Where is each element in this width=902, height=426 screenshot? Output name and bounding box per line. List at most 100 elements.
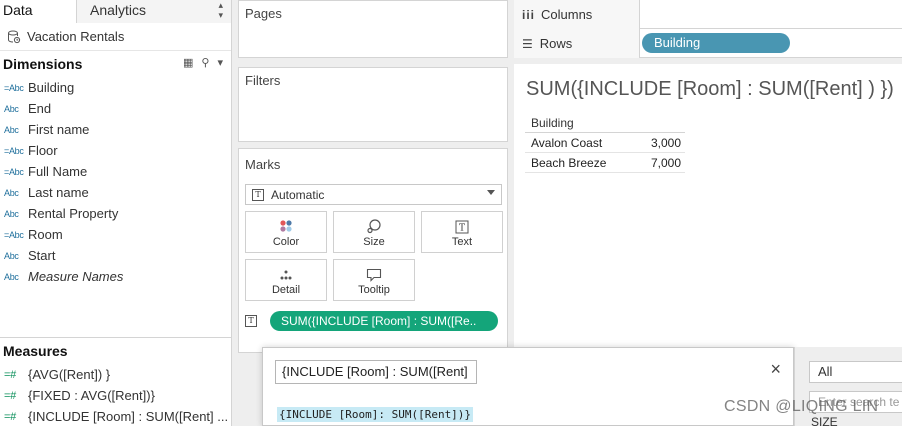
svg-text:T: T — [459, 224, 465, 234]
search-icon[interactable]: ⚲ — [201, 56, 209, 69]
field-name: End — [28, 101, 52, 116]
text-mark-icon: T — [252, 188, 264, 201]
mark-field-row: T SUM({INCLUDE [Room] : SUM([Re.. — [245, 311, 498, 331]
sheet-title[interactable]: SUM({INCLUDE [Room] : SUM([Rent] ) }) — [526, 78, 894, 101]
dimension-field[interactable]: =Abc Room — [0, 224, 231, 245]
dimension-field[interactable]: Abc Measure Names — [0, 266, 231, 287]
row-header: Beach Breeze — [531, 155, 607, 170]
string-type-icon: Abc — [4, 187, 19, 198]
field-name: Rental Property — [28, 206, 119, 221]
columns-icon: iii — [522, 7, 536, 22]
dimensions-list: =Abc Building Abc End Abc First name =Abc Fl… — [0, 77, 231, 287]
color-label: Color — [272, 236, 300, 248]
measure-field[interactable]: =# {FIXED : AVG([Rent])} — [0, 385, 231, 406]
measure-pill[interactable]: SUM({INCLUDE [Room] : SUM([Re.. — [270, 311, 498, 331]
data-pane: Data Analytics ▴ ▾ Vacation Rentals Dimen… — [0, 0, 232, 426]
dimension-field[interactable]: =Abc Floor — [0, 140, 231, 161]
formula-text[interactable]: {INCLUDE [Room]: SUM([Rent])} — [277, 407, 474, 422]
dimension-field[interactable]: Abc Rental Property — [0, 203, 231, 224]
number-type-icon: =# — [4, 410, 16, 423]
pages-card[interactable]: Pages — [238, 0, 508, 58]
measures-section: Measures =# {AVG([Rent]) } =# {FIXED : AVG… — [0, 337, 231, 426]
text-mark-icon: T — [245, 315, 257, 327]
column-header[interactable]: Building — [525, 114, 685, 133]
table-row[interactable]: Beach Breeze 7,000 — [525, 153, 685, 173]
mark-type-dropdown[interactable]: T Automatic — [245, 184, 502, 205]
up-down-arrows-icon[interactable]: ▴ ▾ — [218, 0, 223, 20]
number-type-icon: =# — [4, 368, 16, 381]
string-type-icon: Abc — [4, 250, 19, 261]
measure-field[interactable]: =# {INCLUDE [Room] : SUM([Rent] ... — [0, 406, 231, 426]
tooltip-label: Tooltip — [358, 284, 390, 296]
string-type-icon: Abc — [4, 124, 19, 135]
color-icon — [246, 212, 326, 234]
dimensions-title: Dimensions — [3, 56, 83, 72]
function-category-select[interactable]: All — [809, 361, 902, 383]
field-name: Measure Names — [28, 269, 124, 284]
cell-value: 3,000 — [650, 135, 681, 150]
number-type-icon: =# — [4, 389, 16, 402]
table-row[interactable]: Avalon Coast 3,000 — [525, 133, 685, 153]
columns-label: Columns — [541, 7, 593, 22]
text-button[interactable]: T Text — [421, 211, 503, 253]
dimension-field[interactable]: Abc First name — [0, 119, 231, 140]
mark-type-label: Automatic — [271, 187, 325, 202]
detail-icon — [246, 260, 326, 282]
string-type-icon: =Abc — [4, 82, 24, 93]
size-button[interactable]: Size — [333, 211, 415, 253]
filters-title: Filters — [245, 73, 281, 88]
marks-card: Marks T Automatic Color Size T Text Deta… — [238, 148, 508, 353]
columns-label-cell: iii Columns — [514, 0, 640, 29]
dimension-field[interactable]: Abc End — [0, 98, 231, 119]
field-name: {FIXED : AVG([Rent])} — [28, 388, 155, 403]
close-icon[interactable]: × — [770, 359, 781, 379]
columns-shelf[interactable]: iii Columns — [514, 0, 902, 29]
marks-title: Marks — [245, 157, 281, 172]
dimensions-header: Dimensions ▦ ⚲ ▾ — [0, 51, 231, 77]
dimension-field[interactable]: =Abc Building — [0, 77, 231, 98]
field-name: Start — [28, 248, 56, 263]
field-name: Building — [28, 80, 75, 95]
rows-label-cell: ☰ Rows — [514, 29, 640, 58]
dimension-field[interactable]: Abc Last name — [0, 182, 231, 203]
cell-value: 7,000 — [650, 155, 681, 170]
view-list-icon[interactable]: ▦ — [183, 56, 193, 69]
calculation-name-input[interactable]: {INCLUDE [Room] : SUM([Rent] — [275, 360, 477, 384]
field-name: {AVG([Rent]) } — [28, 367, 111, 382]
chevron-down-icon — [487, 190, 495, 195]
tab-analytics[interactable]: Analytics ▴ ▾ — [77, 0, 231, 23]
measures-header: Measures — [0, 338, 231, 364]
rows-shelf[interactable]: ☰ Rows Building — [514, 29, 902, 58]
string-type-icon: =Abc — [4, 166, 24, 177]
text-table: Building Avalon Coast 3,000 Beach Breeze… — [525, 114, 685, 173]
pane-tabs: Data Analytics ▴ ▾ — [0, 0, 231, 23]
database-icon — [8, 30, 21, 43]
string-type-icon: Abc — [4, 271, 19, 282]
tooltip-button[interactable]: Tooltip — [333, 259, 415, 301]
string-type-icon: Abc — [4, 208, 19, 219]
detail-label: Detail — [271, 284, 301, 296]
field-name: Room — [28, 227, 63, 242]
tab-analytics-label: Analytics — [90, 2, 147, 18]
measure-field[interactable]: =# {AVG([Rent]) } — [0, 364, 231, 385]
function-list-item[interactable]: SIZE — [811, 415, 838, 426]
filters-card[interactable]: Filters — [238, 67, 508, 142]
rows-icon: ☰ — [522, 36, 534, 51]
pages-title: Pages — [245, 6, 282, 21]
text-icon: T — [422, 212, 502, 234]
row-header: Avalon Coast — [531, 135, 603, 150]
building-pill[interactable]: Building — [642, 33, 790, 53]
detail-button[interactable]: Detail — [245, 259, 327, 301]
string-type-icon: =Abc — [4, 145, 24, 156]
field-name: Full Name — [28, 164, 88, 179]
tab-data[interactable]: Data — [0, 0, 77, 23]
dimension-field[interactable]: Abc Start — [0, 245, 231, 266]
dropdown-icon[interactable]: ▾ — [217, 56, 223, 69]
color-button[interactable]: Color — [245, 211, 327, 253]
size-label: Size — [363, 236, 385, 248]
rows-label: Rows — [539, 36, 573, 51]
watermark: CSDN @LIQING LIN — [724, 398, 879, 415]
data-source[interactable]: Vacation Rentals — [0, 23, 231, 51]
dimension-field[interactable]: =Abc Full Name — [0, 161, 231, 182]
data-source-name: Vacation Rentals — [27, 29, 125, 44]
